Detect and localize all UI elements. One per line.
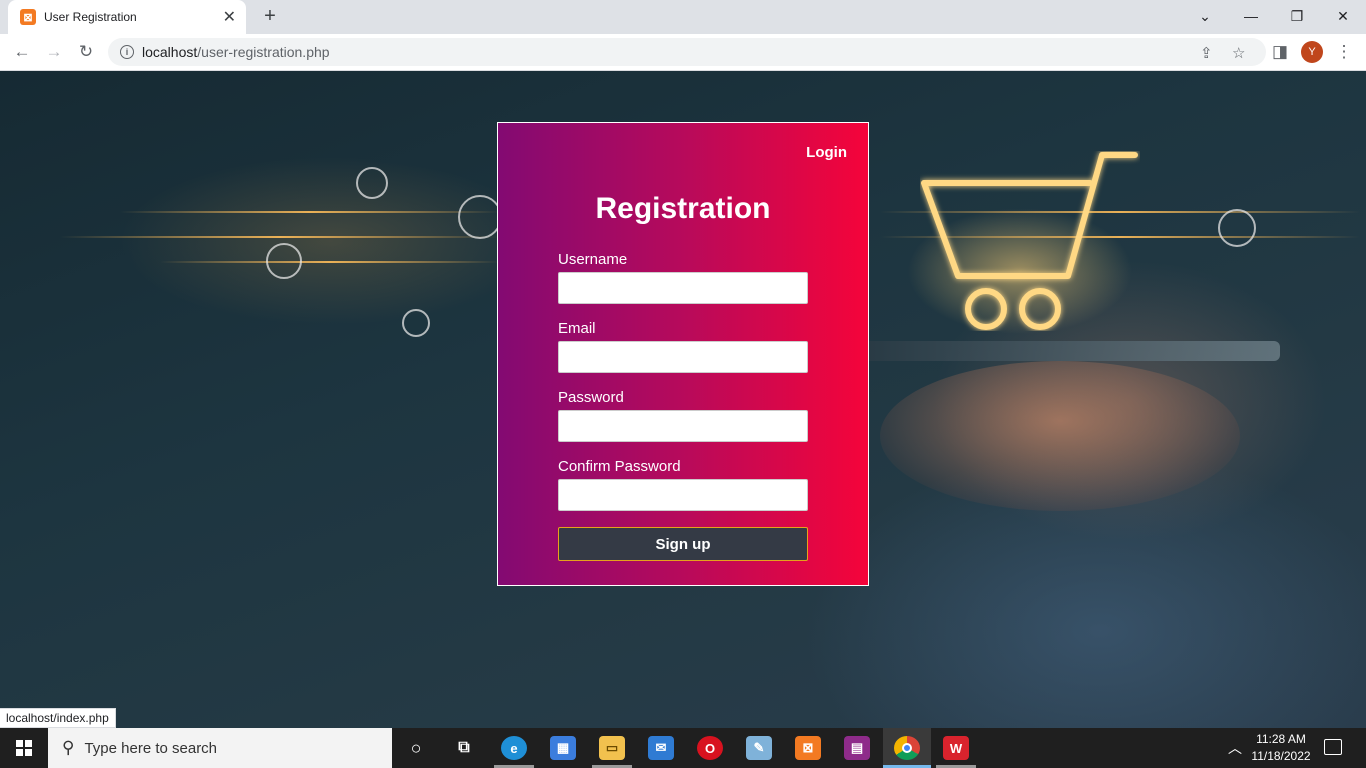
close-window-button[interactable]: ✕: [1320, 0, 1366, 32]
username-label: Username: [558, 251, 628, 268]
wps-office-icon[interactable]: W: [943, 736, 969, 760]
cloud-circle-icon: [1218, 209, 1256, 247]
windows-logo-icon: [16, 740, 32, 756]
mail-icon[interactable]: ✉: [648, 736, 674, 760]
start-button[interactable]: [0, 728, 48, 768]
url-host: localhost: [142, 44, 198, 60]
light-streak: [60, 236, 500, 238]
xampp-icon[interactable]: ⊠: [795, 736, 821, 760]
light-streak: [120, 211, 500, 213]
share-icon[interactable]: ⇪: [1200, 44, 1213, 62]
site-info-icon[interactable]: i: [120, 45, 134, 59]
email-label: Email: [558, 320, 596, 337]
taskbar-search[interactable]: ⚲ Type here to search: [48, 728, 392, 768]
back-arrow-icon[interactable]: ←: [8, 38, 36, 66]
building-circle-icon: [402, 309, 430, 337]
bookmark-star-icon[interactable]: ☆: [1232, 44, 1245, 62]
clock-time: 11:28 AM: [1256, 732, 1306, 746]
minimize-button[interactable]: —: [1228, 0, 1274, 32]
wifi-circle-icon: [356, 167, 388, 199]
wallet-circle-icon: [266, 243, 302, 279]
profile-avatar[interactable]: Y: [1301, 41, 1323, 63]
address-bar[interactable]: i localhost/user-registration.php ⇪ ☆: [108, 38, 1266, 66]
email-input[interactable]: [558, 341, 808, 373]
url-text: localhost/user-registration.php: [142, 44, 330, 60]
tray-chevron-up-icon[interactable]: ︿: [1228, 738, 1242, 758]
signup-button[interactable]: Sign up: [558, 527, 808, 561]
tab-strip: ⊠ User Registration ✕ + ⌄ — ❐ ✕: [0, 0, 1366, 34]
page-viewport: Login Registration Username Email Passwo…: [0, 71, 1366, 728]
menu-kebab-icon[interactable]: ⋮: [1330, 38, 1358, 66]
store-icon[interactable]: ▦: [550, 736, 576, 760]
taskbar: ⚲ Type here to search ○ ⧉ e ▦ ▭ ✉ O ✎ ⊠ …: [0, 728, 1366, 768]
username-input[interactable]: [558, 272, 808, 304]
tab-title: User Registration: [44, 10, 137, 24]
page-title: Registration: [595, 192, 771, 225]
hand-holding-tablet: [880, 361, 1240, 511]
browser-toolbar: ← → ↻ i localhost/user-registration.php …: [0, 34, 1366, 71]
light-streak: [160, 261, 500, 263]
tablet-device: [860, 341, 1280, 361]
notepad-icon[interactable]: ✎: [746, 736, 772, 760]
registration-card: Login Registration Username Email Passwo…: [497, 122, 869, 586]
confirm-password-input[interactable]: [558, 479, 808, 511]
close-icon[interactable]: ✕: [223, 7, 236, 27]
edge-icon[interactable]: e: [501, 736, 527, 760]
search-placeholder: Type here to search: [84, 739, 218, 757]
url-path: /user-registration.php: [197, 44, 330, 60]
opera-icon[interactable]: O: [697, 736, 723, 760]
taskbar-clock[interactable]: 11:28 AM 11/18/2022: [1248, 731, 1314, 765]
tab-search-chevron-icon[interactable]: ⌄: [1182, 0, 1228, 32]
notification-center-icon[interactable]: [1324, 739, 1342, 755]
side-panel-icon[interactable]: ◨: [1266, 38, 1294, 66]
forward-arrow-icon[interactable]: →: [40, 38, 68, 66]
task-view-icon[interactable]: ⧉: [451, 736, 477, 760]
password-label: Password: [558, 389, 624, 406]
search-icon: ⚲: [62, 738, 75, 757]
clock-date: 11/18/2022: [1251, 749, 1311, 763]
confirm-password-label: Confirm Password: [558, 458, 681, 475]
shopping-cart-icon: [921, 152, 1138, 330]
cortana-icon[interactable]: ○: [403, 736, 429, 760]
restore-button[interactable]: ❐: [1274, 0, 1320, 32]
winrar-icon[interactable]: ▤: [844, 736, 870, 760]
new-tab-button[interactable]: +: [258, 4, 282, 28]
password-input[interactable]: [558, 410, 808, 442]
login-link[interactable]: Login: [806, 144, 847, 161]
reload-icon[interactable]: ↻: [72, 38, 100, 66]
xampp-favicon-icon: ⊠: [20, 9, 36, 25]
status-url-bubble: localhost/index.php: [0, 708, 116, 728]
browser-tab[interactable]: ⊠ User Registration ✕: [8, 0, 246, 34]
chrome-icon[interactable]: [894, 736, 920, 760]
file-explorer-icon[interactable]: ▭: [599, 736, 625, 760]
lock-circle-icon: [458, 195, 502, 239]
